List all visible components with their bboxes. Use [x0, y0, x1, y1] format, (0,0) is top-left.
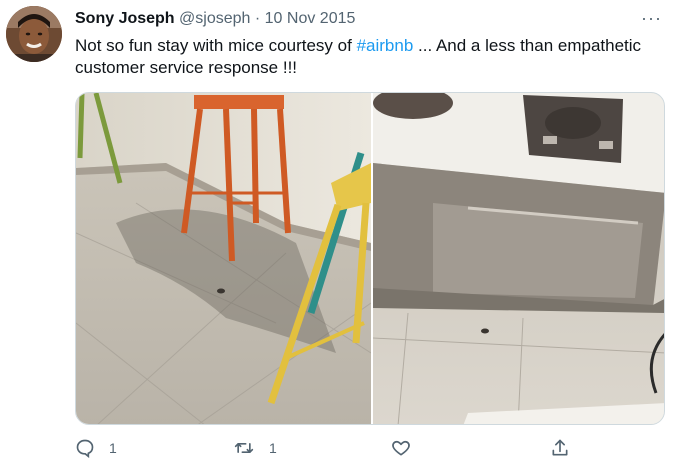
author-handle[interactable]: @sjoseph [179, 10, 250, 27]
tweet-header: Sony Joseph @sjoseph · 10 Nov 2015 [75, 9, 355, 29]
like-button[interactable] [391, 438, 425, 458]
more-options-icon[interactable]: ··· [641, 8, 662, 29]
tweet-media [75, 92, 665, 425]
tweet-date[interactable]: 10 Nov 2015 [265, 10, 356, 27]
hashtag-link[interactable]: #airbnb [357, 36, 414, 55]
share-button[interactable] [550, 438, 570, 458]
tweet-text-part-1: Not so fun stay with mice courtesy of [75, 36, 357, 55]
tweet-actions: 1 1 [75, 438, 670, 464]
share-icon [552, 439, 568, 456]
retweet-icon [234, 443, 254, 453]
tweet-text: Not so fun stay with mice courtesy of #a… [75, 35, 670, 79]
heart-icon [392, 440, 410, 456]
retweet-count: 1 [269, 440, 277, 456]
kitchen-photo-image [372, 93, 664, 424]
photo-stools[interactable] [76, 93, 372, 424]
avatar[interactable] [6, 6, 62, 62]
reply-icon [76, 439, 94, 458]
stools-photo-image [76, 93, 372, 424]
meta-separator: · [254, 10, 261, 27]
reply-count: 1 [109, 440, 117, 456]
author-name[interactable]: Sony Joseph [75, 10, 175, 27]
retweet-button[interactable]: 1 [233, 438, 277, 458]
reply-button[interactable]: 1 [75, 438, 117, 458]
avatar-image [6, 6, 62, 62]
photo-kitchen[interactable] [372, 93, 664, 424]
